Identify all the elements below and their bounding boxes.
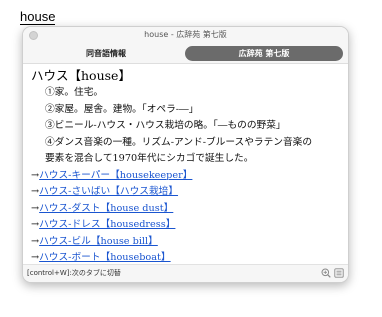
arrow-icon: → [31,202,40,214]
status-bar: [control+W]:次のタブに切替 [23,264,348,282]
sense-line: ②家屋。屋舎。建物。「オペラ‐―」 [45,103,199,115]
sense-line: 要素を混合して1970年代にシカゴで誕生した。 [45,153,254,164]
tab-bar: 同音語情報 広辞苑 第七版 [23,44,348,64]
arrow-icon: → [31,219,40,230]
arrow-icon: → [31,186,40,197]
shortcut-hint: [control+W]:次のタブに切替 [27,269,121,277]
entry-content: ハウス【house】 ①家。住宅。 ②家屋。屋舎。建物。「オペラ‐―」 ③ビニー… [23,64,348,265]
xref-link[interactable]: ハウス‐さいばい【ハウス栽培】 [39,186,178,197]
zoom-icon[interactable] [321,268,331,278]
arrow-icon: → [31,235,40,247]
sense-line: ①家。住宅。 [45,87,104,98]
xref-item: →ハウス‐ドレス【housedress】 [31,217,340,234]
xref-link[interactable]: ハウス‐ビル【house bill】 [39,236,158,247]
xref-item: →ハウス‐ビル【house bill】 [31,234,340,251]
xref-link[interactable]: ハウス‐ボート【houseboat】 [39,252,171,263]
dictionary-popover: house - 広辞苑 第七版 同音語情報 広辞苑 第七版 ハウス【house】… [22,26,349,283]
headword: ハウス【house】 [31,68,131,83]
xref-link[interactable]: ハウス‐ドレス【housedress】 [39,219,175,230]
xref-item: →ハウス‐ボート【houseboat】 [31,250,340,265]
arrow-icon: → [31,252,40,263]
tab-homophones[interactable]: 同音語情報 [31,46,181,61]
sense-line: ③ビニール‐ハウス・ハウス栽培の略。「―ものの野菜」 [45,120,286,131]
lookup-word: house [20,9,56,25]
xref-item: →ハウス‐さいばい【ハウス栽培】 [31,184,340,201]
xref-link[interactable]: ハウス‐キーパー【housekeeper】 [39,170,192,181]
xref-item: →ハウス‐ダスト【house dust】 [31,201,340,218]
xref-item: →ハウス‐キーパー【housekeeper】 [31,168,340,185]
xref-link[interactable]: ハウス‐ダスト【house dust】 [39,203,173,214]
window-title: house - 広辞苑 第七版 [144,30,227,39]
tab-kojien[interactable]: 広辞苑 第七版 [185,46,343,61]
titlebar: house - 広辞苑 第七版 [23,27,348,44]
list-icon[interactable] [334,268,344,278]
arrow-icon: → [31,169,40,181]
sense-line: ④ダンス音楽の一種。リズム‐アンド‐ブルースやラテン音楽の [45,136,313,148]
